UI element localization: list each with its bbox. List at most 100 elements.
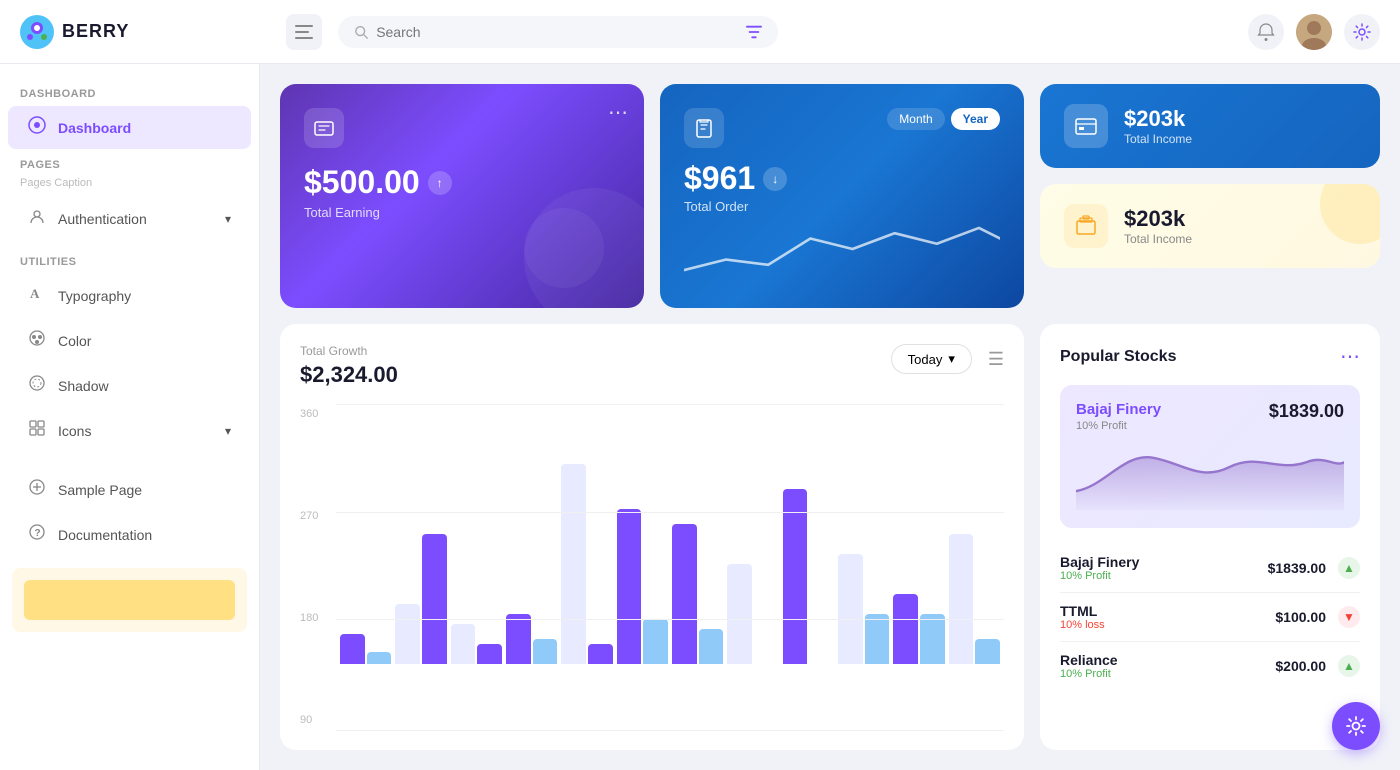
sidebar-section-pages: Pages: [0, 151, 259, 175]
header: BERRY: [0, 0, 1400, 64]
svg-text:A: A: [30, 286, 40, 301]
tab-year[interactable]: Year: [951, 108, 1000, 130]
gear-icon: [1353, 23, 1371, 41]
stock-profit-ttml: 10% loss: [1060, 619, 1105, 631]
notification-button[interactable]: [1248, 14, 1284, 50]
stock-price-reliance: $200.00: [1275, 658, 1326, 674]
docs-icon: ?: [28, 523, 46, 546]
menu-button[interactable]: [286, 14, 322, 50]
sidebar-item-color[interactable]: Color: [8, 319, 251, 362]
sidebar-section-utilities: Utilities: [0, 248, 259, 272]
icons-icon: [28, 419, 46, 442]
sidebar-label-sample: Sample Page: [58, 482, 142, 498]
sidebar-item-icons[interactable]: Icons ▾: [8, 409, 251, 452]
hamburger-icon: [295, 25, 313, 39]
card-income-yellow: $203k Total Income: [1040, 184, 1380, 268]
order-tab-row: Month Year: [887, 108, 1000, 130]
layout: Dashboard Dashboard Pages Pages Caption …: [0, 64, 1400, 770]
stock-profit-reliance: 10% Profit: [1060, 668, 1118, 680]
feature-stock-price: $1839.00: [1269, 401, 1344, 422]
user-avatar: [1296, 14, 1332, 50]
earning-menu-dots[interactable]: ⋯: [608, 100, 628, 125]
stock-right-bajaj: $1839.00 ▲: [1268, 557, 1360, 579]
sidebar-label-dashboard: Dashboard: [58, 120, 131, 136]
card-order: Month Year $961 ↓ Total Order: [660, 84, 1024, 308]
chart-menu-icon[interactable]: ☰: [988, 349, 1004, 370]
earning-label: Total Earning: [304, 205, 620, 220]
stocks-title: Popular Stocks: [1060, 348, 1176, 366]
stocks-panel: Popular Stocks ⋯ Bajaj Finery 10% Profit…: [1040, 324, 1380, 750]
stock-profit-bajaj: 10% Profit: [1060, 570, 1139, 582]
middle-row: Total Growth $2,324.00 Today ▾ ☰: [280, 324, 1380, 750]
income-yellow-icon: [1064, 204, 1108, 248]
stock-badge-reliance-up: ▲: [1338, 655, 1360, 677]
sidebar-label-authentication: Authentication: [58, 211, 147, 227]
sidebar: Dashboard Dashboard Pages Pages Caption …: [0, 64, 260, 770]
wave-chart: [684, 214, 1000, 284]
stock-badge-ttml-down: ▼: [1338, 606, 1360, 628]
stock-item-reliance: Reliance 10% Profit $200.00 ▲: [1060, 642, 1360, 690]
stocks-menu-icon[interactable]: ⋯: [1340, 344, 1360, 369]
svg-text:?: ?: [35, 528, 41, 539]
earning-card-icon: [304, 108, 344, 148]
income-blue-label: Total Income: [1124, 132, 1192, 146]
chart-title: Total Growth: [300, 344, 398, 358]
sidebar-item-dashboard[interactable]: Dashboard: [8, 106, 251, 149]
filter-icon[interactable]: [746, 25, 762, 39]
fab-gear-icon: [1345, 715, 1367, 737]
typography-icon: A: [28, 284, 46, 307]
sidebar-pages-caption: Pages Caption: [0, 175, 259, 195]
feature-stock-name: Bajaj Finery: [1076, 401, 1161, 418]
sidebar-footer: [12, 568, 247, 632]
sidebar-item-typography[interactable]: A Typography: [8, 274, 251, 317]
auth-icon: [28, 207, 46, 230]
settings-button[interactable]: [1344, 14, 1380, 50]
order-amount: $961 ↓: [684, 160, 1000, 197]
card-earning: ⋯ $500.00 ↑ Total Earning: [280, 84, 644, 308]
sidebar-item-documentation[interactable]: ? Documentation: [8, 513, 251, 556]
down-arrow-icon: ↓: [763, 167, 787, 191]
color-icon: [28, 329, 46, 352]
feature-stock-profit: 10% Profit: [1076, 420, 1161, 432]
stock-right-ttml: $100.00 ▼: [1275, 606, 1360, 628]
dashboard-icon: [28, 116, 46, 139]
logo-text: BERRY: [62, 21, 129, 42]
income-blue-icon: [1064, 104, 1108, 148]
dropdown-arrow-icon: ▾: [948, 351, 955, 367]
logo-icon: [20, 15, 54, 49]
header-actions: [1248, 14, 1380, 50]
icons-chevron-icon: ▾: [225, 424, 231, 438]
sidebar-item-sample[interactable]: Sample Page: [8, 468, 251, 511]
sidebar-label-typography: Typography: [58, 288, 131, 304]
sidebar-item-authentication[interactable]: Authentication ▾: [8, 197, 251, 240]
stock-list: Bajaj Finery 10% Profit $1839.00 ▲ TTML …: [1060, 544, 1360, 690]
stock-name-reliance: Reliance: [1060, 652, 1118, 668]
search-input[interactable]: [376, 24, 738, 40]
right-panel: $203k Total Income $203k Total Income: [1040, 84, 1380, 308]
bell-icon: [1256, 22, 1276, 42]
stocks-header: Popular Stocks ⋯: [1060, 344, 1360, 369]
sidebar-label-icons: Icons: [58, 423, 91, 439]
tab-month[interactable]: Month: [887, 108, 944, 130]
sidebar-item-shadow[interactable]: Shadow: [8, 364, 251, 407]
fab-settings-button[interactable]: [1332, 702, 1380, 750]
order-label: Total Order: [684, 199, 1000, 214]
income-yellow-info: $203k Total Income: [1124, 206, 1192, 246]
today-button[interactable]: Today ▾: [891, 344, 972, 374]
stock-item-ttml: TTML 10% loss $100.00 ▼: [1060, 593, 1360, 642]
stock-badge-bajaj-up: ▲: [1338, 557, 1360, 579]
up-arrow-icon: ↑: [428, 171, 452, 195]
cards-row: ⋯ $500.00 ↑ Total Earning Month Year: [280, 84, 1380, 308]
y-label-90: 90: [300, 714, 318, 726]
stock-feature-card: Bajaj Finery 10% Profit $1839.00: [1060, 385, 1360, 528]
order-card-icon: [684, 108, 724, 148]
stock-name-ttml: TTML: [1060, 603, 1105, 619]
sidebar-label-documentation: Documentation: [58, 527, 152, 543]
chart-amount: $2,324.00: [300, 362, 398, 388]
income-blue-value: $203k: [1124, 106, 1192, 132]
income-blue-info: $203k Total Income: [1124, 106, 1192, 146]
stock-right-reliance: $200.00 ▲: [1275, 655, 1360, 677]
stock-name-bajaj: Bajaj Finery: [1060, 554, 1139, 570]
sidebar-label-color: Color: [58, 333, 91, 349]
avatar[interactable]: [1296, 14, 1332, 50]
